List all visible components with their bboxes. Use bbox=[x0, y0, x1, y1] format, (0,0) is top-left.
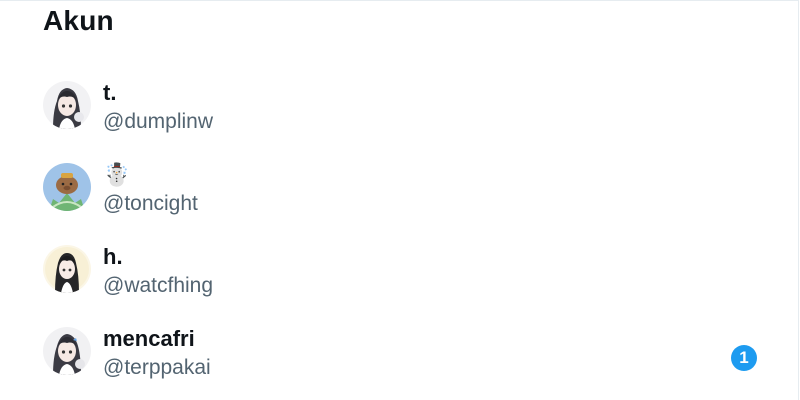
account-display-name: t. bbox=[103, 80, 117, 105]
account-row-watcfhing[interactable]: h. @watcfhing bbox=[0, 235, 799, 317]
account-row-toncight[interactable]: ☃️ @toncight bbox=[0, 153, 799, 235]
anime-girl-avatar-icon bbox=[43, 327, 91, 375]
account-handle: @watcfhing bbox=[103, 274, 214, 297]
capybara-avatar-icon bbox=[43, 163, 91, 211]
account-handle: @terppakai bbox=[103, 356, 211, 379]
anime-girl-avatar-icon bbox=[43, 245, 91, 293]
account-row-terppakai[interactable]: mencafri @terppakai 1 bbox=[0, 317, 799, 399]
account-switcher-panel: Akun t. @dumplinw ☃️ @toncight h. @watcf… bbox=[0, 0, 799, 400]
account-handle: @toncight bbox=[103, 192, 198, 215]
account-handle: @dumplinw bbox=[103, 110, 214, 133]
notification-badge: 1 bbox=[731, 345, 757, 371]
account-row-dumplinw[interactable]: t. @dumplinw bbox=[0, 71, 799, 153]
account-list: t. @dumplinw ☃️ @toncight h. @watcfhing … bbox=[0, 71, 799, 399]
account-display-name: h. bbox=[103, 244, 123, 269]
account-display-name: mencafri bbox=[103, 326, 195, 351]
account-display-name: ☃️ bbox=[103, 162, 131, 187]
anime-girl-avatar-icon bbox=[43, 81, 91, 129]
section-title: Akun bbox=[43, 5, 114, 36]
